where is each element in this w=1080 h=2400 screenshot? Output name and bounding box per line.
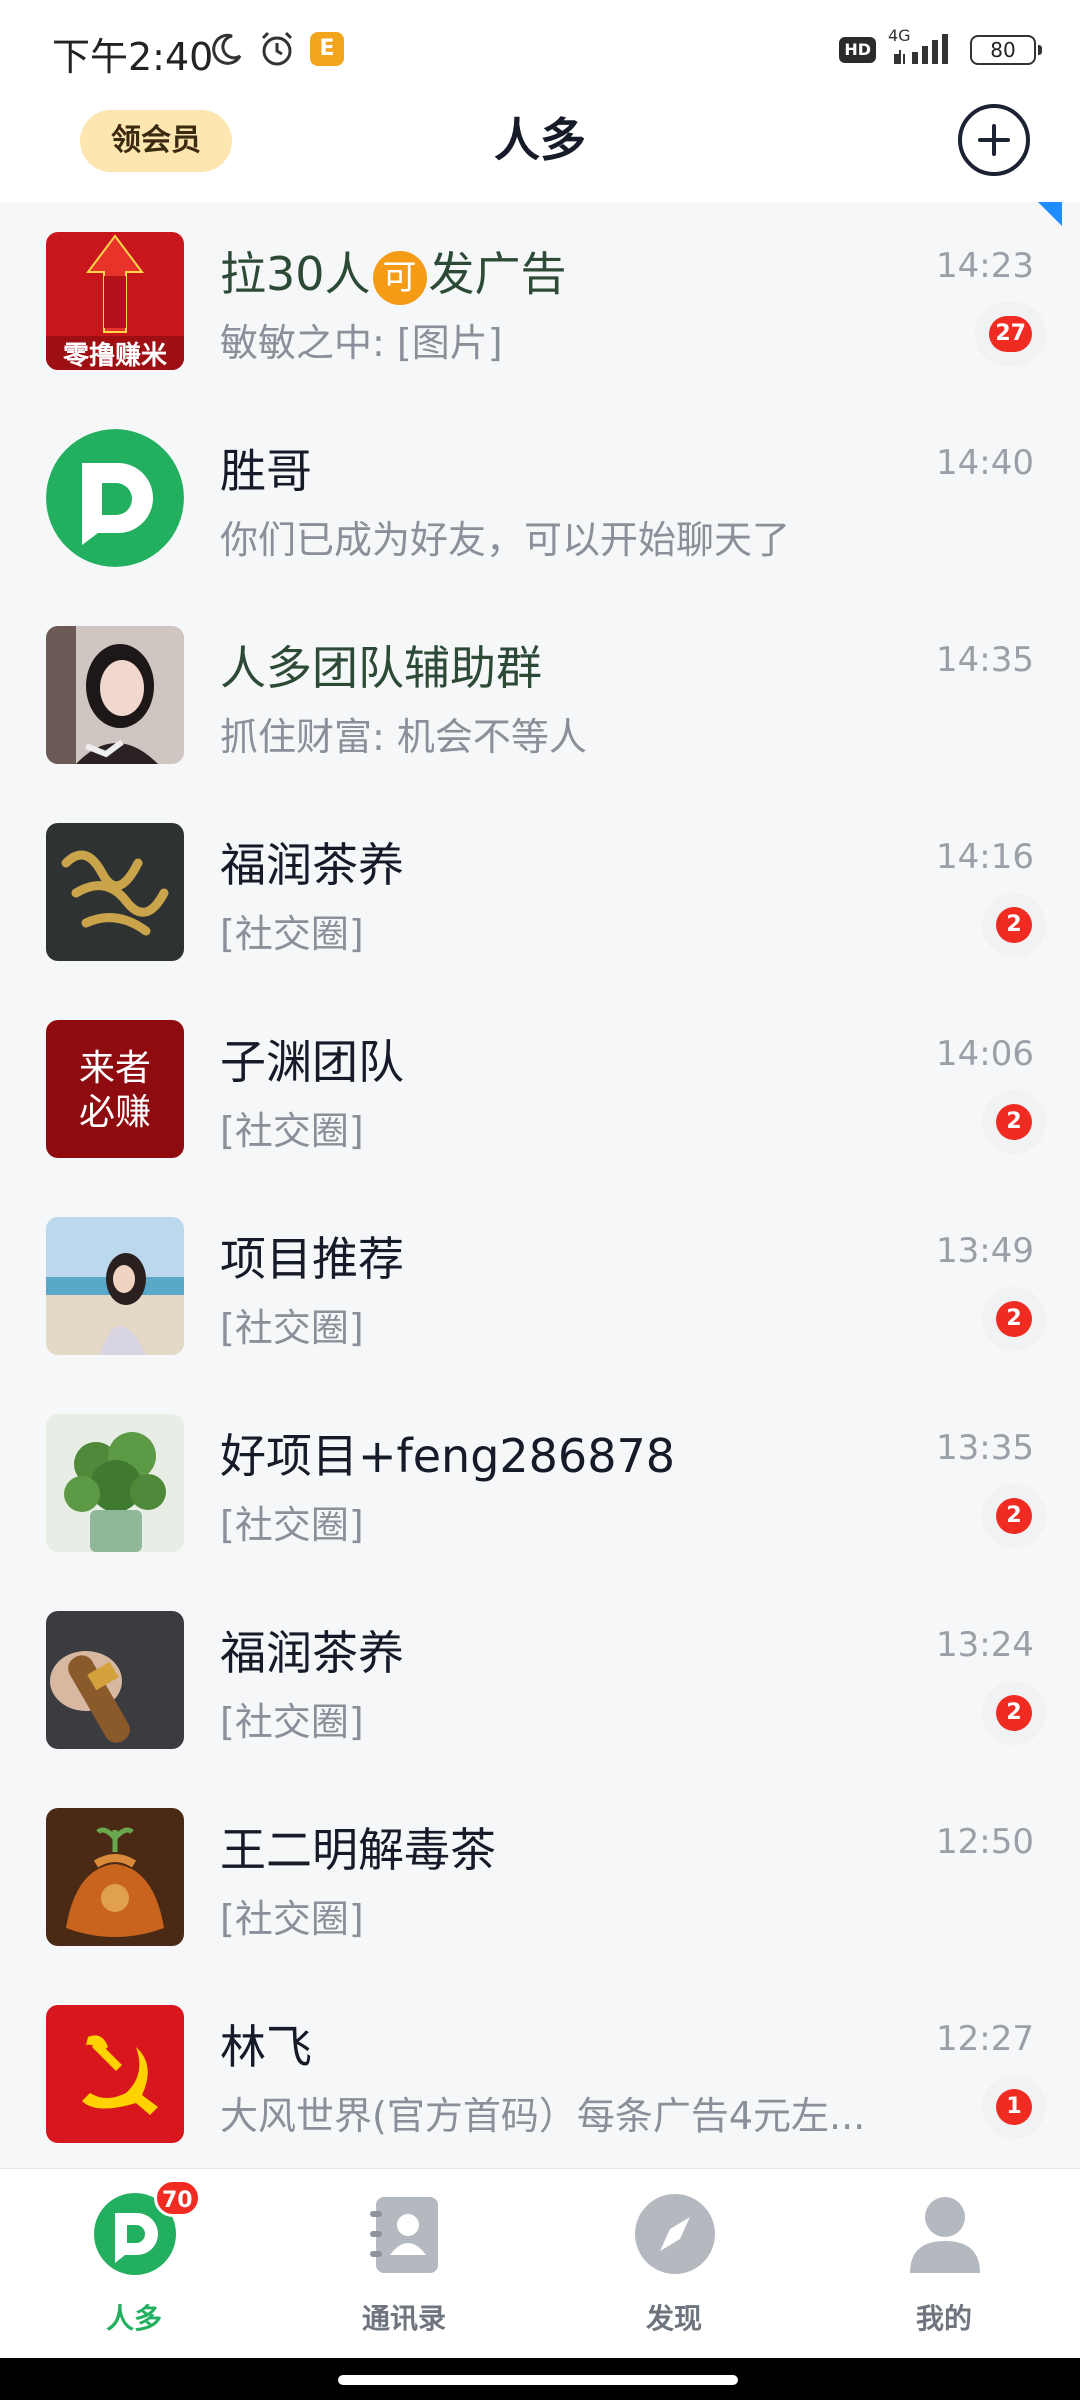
unread-badge: 2 — [996, 1498, 1032, 1534]
chat-preview: [社交圈] — [220, 1897, 364, 1941]
chat-name-part: 拉30人 — [220, 247, 371, 301]
chat-name-part: 发广告 — [428, 247, 567, 301]
chat-avatar[interactable] — [46, 1217, 184, 1355]
chat-row[interactable]: 胜哥 你们已成为好友，可以开始聊天了 14:40 — [0, 399, 1080, 596]
chat-name: 福润茶养 — [220, 1626, 404, 1680]
unread-badge: 1 — [996, 2089, 1032, 2125]
nav-item-chats[interactable]: 70 人多 — [34, 2179, 234, 2343]
chat-time: 14:06 — [936, 1034, 1034, 1074]
alarm-icon — [261, 31, 293, 66]
chat-name: 拉30人可发广告 — [220, 238, 567, 305]
chat-preview: [社交圈] — [220, 1306, 364, 1350]
chat-preview: 你们已成为好友，可以开始聊天了 — [220, 518, 791, 562]
avatar-text: 必赚 — [79, 1092, 151, 1133]
network-type: 4G — [888, 26, 911, 45]
chat-avatar[interactable] — [46, 823, 184, 961]
chat-preview: 敏敏之中: [图片] — [220, 321, 503, 365]
nav-item-contacts[interactable]: 通讯录 — [304, 2193, 504, 2343]
unread-badge: 2 — [996, 1301, 1032, 1337]
chat-time: 13:49 — [936, 1231, 1034, 1271]
chat-avatar[interactable]: 来者 必赚 — [46, 1020, 184, 1158]
app-notification-icon: E — [310, 32, 344, 66]
compass-icon — [635, 2194, 715, 2274]
chat-name: 林飞 — [220, 2020, 312, 2074]
chat-preview: [社交圈] — [220, 1109, 364, 1153]
battery-icon: 80 — [970, 35, 1042, 65]
nav-label: 发现 — [645, 2302, 702, 2335]
hd-icon: HD — [839, 37, 876, 63]
chat-avatar[interactable]: 零撸赚米 — [46, 232, 184, 370]
status-left-icons: E — [210, 30, 344, 68]
chat-row[interactable]: 好项目+feng286878 [社交圈] 13:35 2 — [0, 1384, 1080, 1581]
chat-avatar[interactable] — [46, 626, 184, 764]
add-button[interactable] — [958, 104, 1030, 176]
chat-name: 子渊团队 — [220, 1035, 404, 1089]
chat-row[interactable]: 福润茶养 [社交圈] 14:16 2 — [0, 793, 1080, 990]
status-right-icons: HD 4G 80 — [839, 26, 1042, 70]
status-time: 下午2:40 — [52, 35, 214, 79]
chat-time: 13:24 — [936, 1625, 1034, 1665]
bottom-nav: 70 人多 通讯录 发现 我的 — [0, 2168, 1080, 2358]
nav-label: 通讯录 — [361, 2302, 446, 2335]
chat-avatar[interactable] — [46, 429, 184, 567]
home-indicator[interactable] — [338, 2375, 738, 2385]
chat-avatar[interactable] — [46, 1414, 184, 1552]
chat-row[interactable]: 来者 必赚 子渊团队 [社交圈] 14:06 2 — [0, 990, 1080, 1187]
chat-name: 胜哥 — [220, 444, 312, 498]
chat-avatar[interactable] — [46, 2005, 184, 2143]
chat-name: 项目推荐 — [220, 1232, 404, 1286]
chat-name: 人多团队辅助群 — [220, 641, 542, 695]
poster-text: 零撸赚米 — [63, 341, 167, 370]
signal-icon: 4G — [888, 26, 958, 70]
avatar-text: 来者 — [79, 1048, 151, 1089]
chat-preview: [社交圈] — [220, 1503, 364, 1547]
nav-item-me[interactable]: 我的 — [844, 2193, 1044, 2343]
chat-time: 14:35 — [936, 640, 1034, 680]
nav-label: 人多 — [105, 2302, 162, 2335]
chat-row[interactable]: 人多团队辅助群 抓住财富: 机会不等人 14:35 — [0, 596, 1080, 793]
chat-name: 王二明解毒茶 — [220, 1823, 496, 1877]
chat-row[interactable]: 王二明解毒茶 [社交圈] 12:50 — [0, 1778, 1080, 1975]
page-title: 人多 — [494, 113, 586, 167]
unread-badge: 2 — [996, 1104, 1032, 1140]
status-bar: 下午2:40 E HD 4G 80 — [0, 0, 1080, 96]
chat-preview: [社交圈] — [220, 912, 364, 956]
chat-time: 13:35 — [936, 1428, 1034, 1468]
chat-row[interactable]: 福润茶养 [社交圈] 13:24 2 — [0, 1581, 1080, 1778]
chat-time: 14:16 — [936, 837, 1034, 877]
chat-preview: 大风世界(官方首码）每条广告4元左... — [220, 2094, 866, 2138]
unread-badge: 27 — [989, 316, 1032, 352]
chat-avatar[interactable] — [46, 1808, 184, 1946]
chat-name: 福润茶养 — [220, 838, 404, 892]
chat-row[interactable]: 零撸赚米 拉30人可发广告 敏敏之中: [图片] 14:23 27 — [0, 202, 1080, 399]
can-icon: 可 — [372, 250, 427, 305]
user-icon — [910, 2197, 980, 2273]
nav-unread-badge: 70 — [154, 2179, 201, 2217]
chat-row[interactable]: 林飞 大风世界(官方首码）每条广告4元左... 12:27 1 — [0, 1975, 1080, 2168]
chat-row[interactable]: 项目推荐 [社交圈] 13:49 2 — [0, 1187, 1080, 1384]
moon-icon — [212, 33, 242, 65]
app-header: 领会员 人多 — [0, 96, 1080, 202]
nav-label: 我的 — [915, 2302, 972, 2335]
chat-preview: [社交圈] — [220, 1700, 364, 1744]
chat-time: 14:23 — [936, 246, 1034, 286]
chat-name: 好项目+feng286878 — [220, 1429, 675, 1483]
chat-time: 14:40 — [936, 443, 1034, 483]
unread-badge: 2 — [996, 1695, 1032, 1731]
chat-time: 12:27 — [936, 2019, 1034, 2059]
chat-preview: 抓住财富: 机会不等人 — [220, 715, 587, 759]
chat-time: 12:50 — [936, 1822, 1034, 1862]
nav-item-discover[interactable]: 发现 — [574, 2193, 774, 2343]
unread-badge: 2 — [996, 907, 1032, 943]
contacts-icon — [370, 2197, 438, 2273]
chat-avatar[interactable] — [46, 1611, 184, 1749]
chat-list[interactable]: 零撸赚米 拉30人可发广告 敏敏之中: [图片] 14:23 27 胜哥 你们已… — [0, 202, 1080, 2168]
